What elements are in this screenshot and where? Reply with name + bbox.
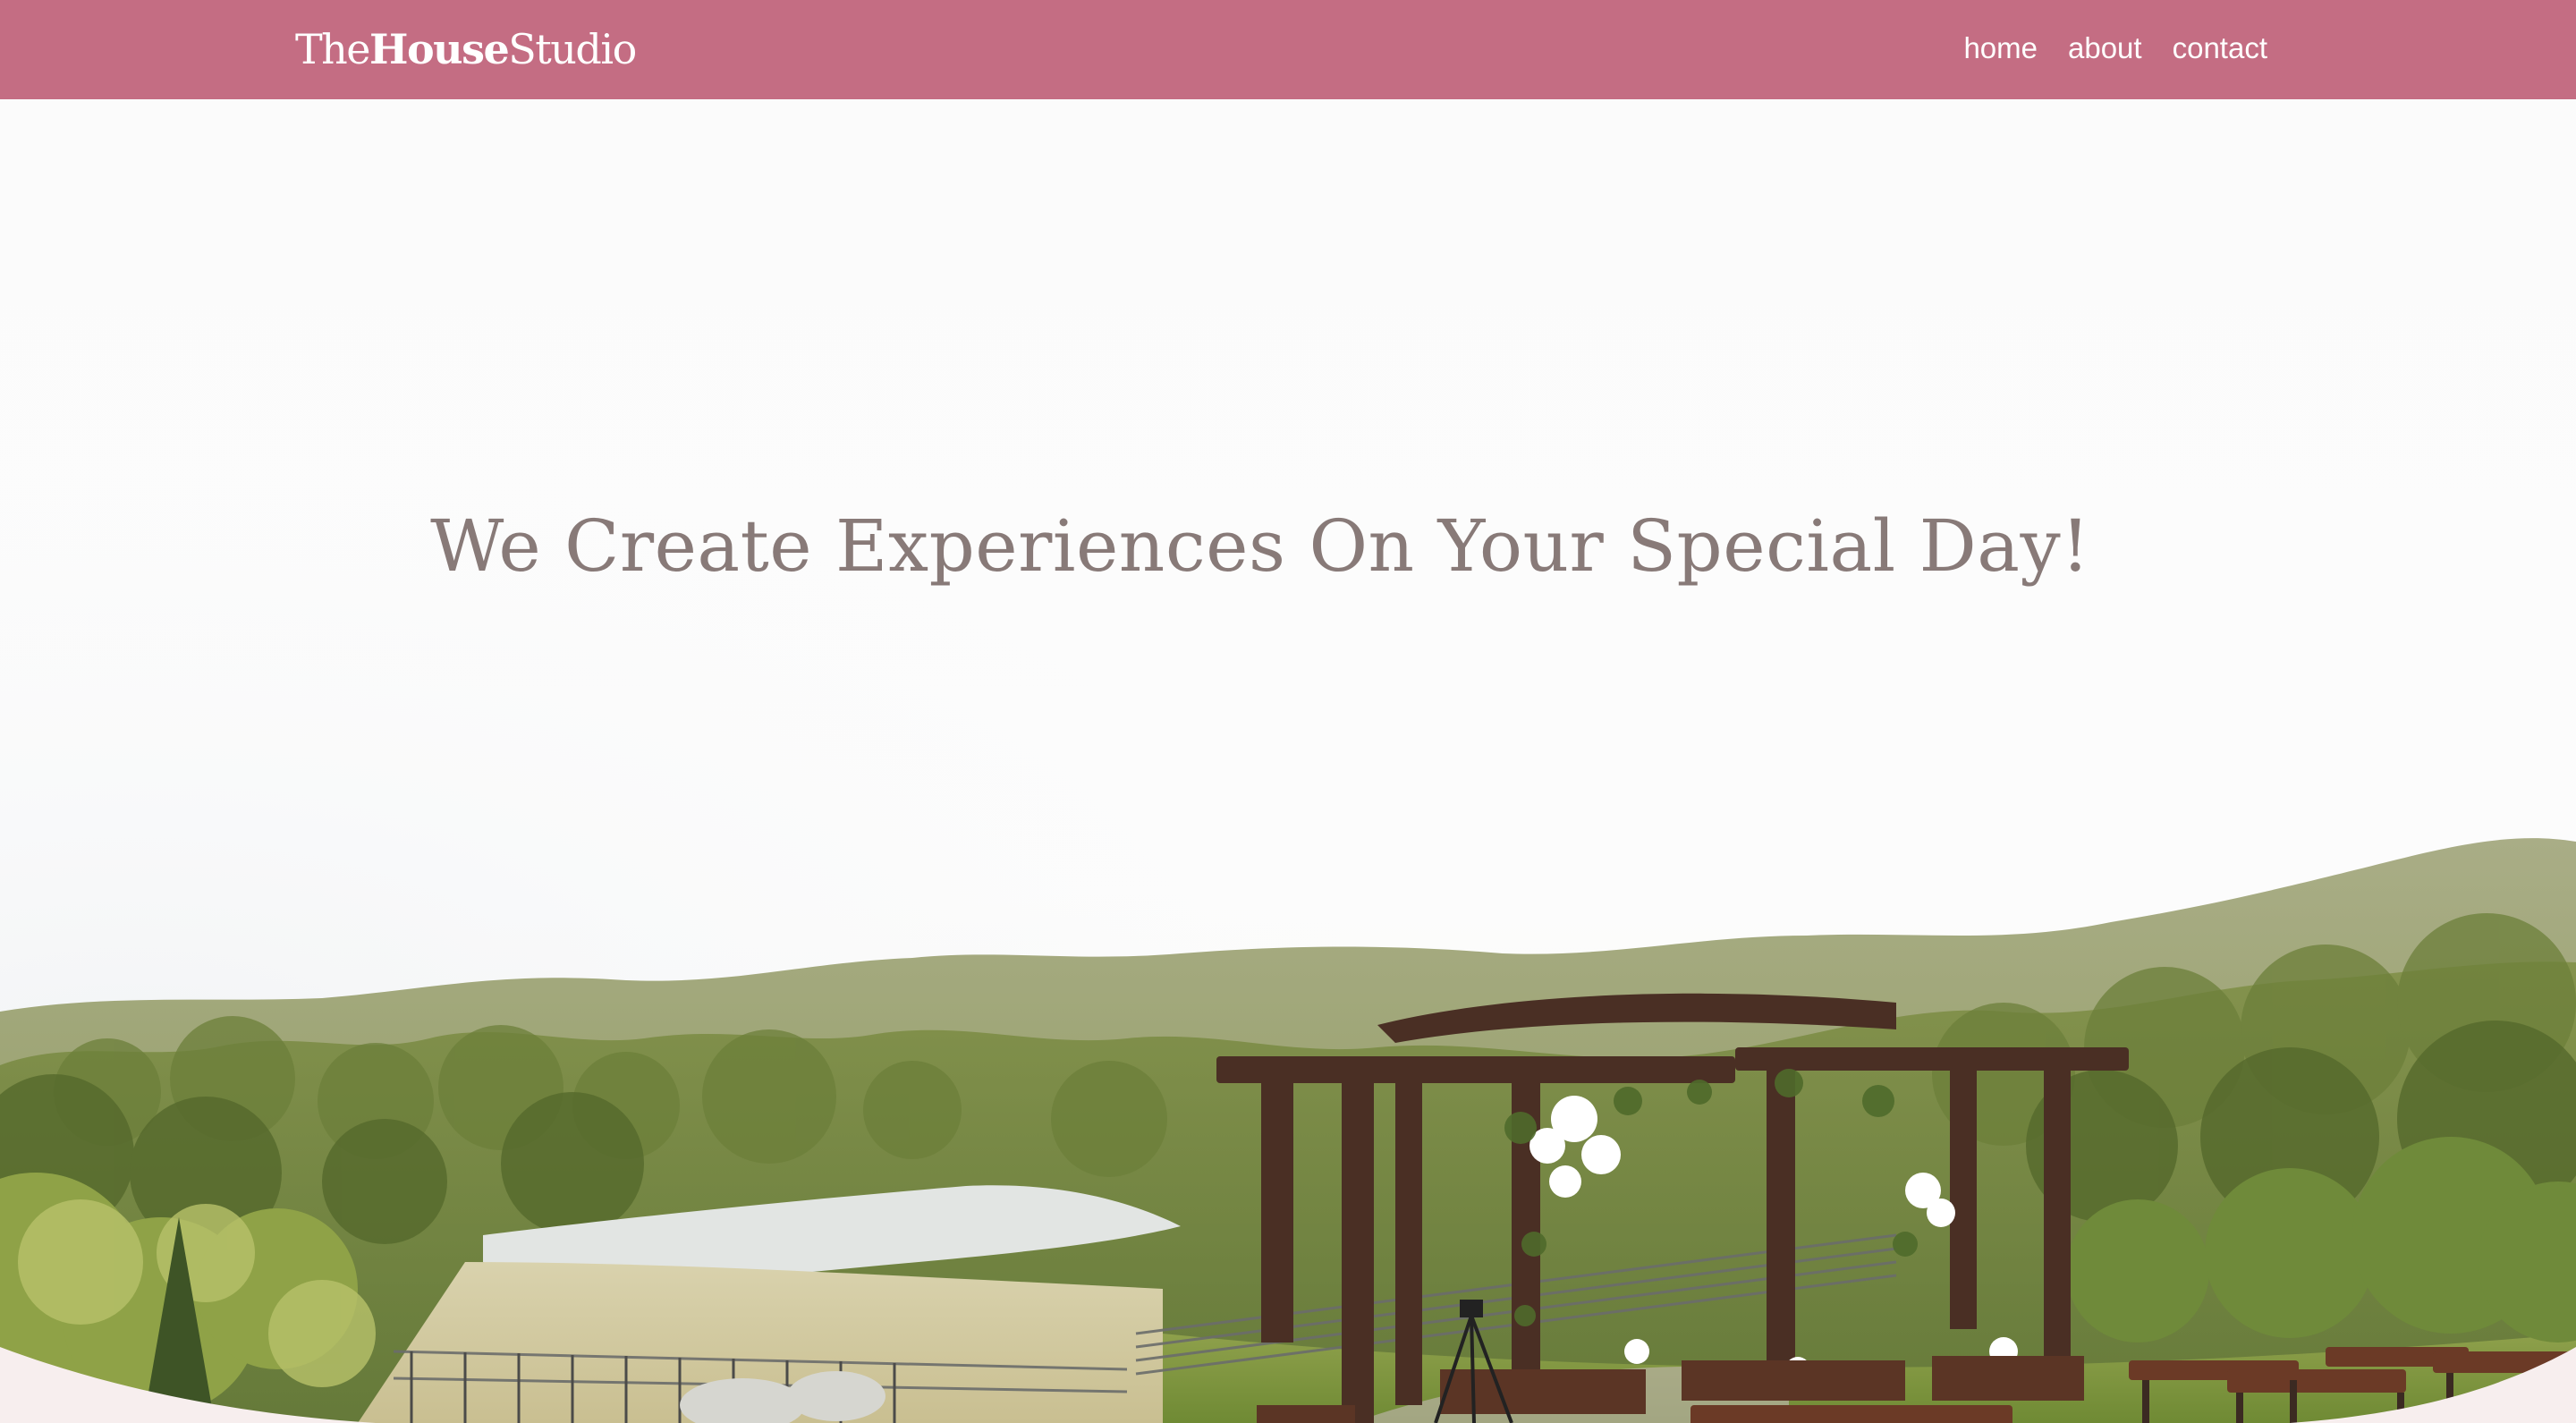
nav-link-about[interactable]: about <box>2068 29 2142 68</box>
site-logo[interactable]: TheHouseStudio <box>295 23 637 75</box>
logo-text-house: House <box>369 25 510 73</box>
main-nav: home about contact <box>1963 29 2267 68</box>
nav-link-contact[interactable]: contact <box>2173 29 2267 68</box>
hero-heading: We Create Experiences On Your Special Da… <box>430 504 2090 588</box>
hero-background-image <box>0 99 2576 1423</box>
site-header: TheHouseStudio home about contact <box>0 0 2576 99</box>
nav-link-home[interactable]: home <box>1963 29 2038 68</box>
hero-section: We Create Experiences On Your Special Da… <box>0 99 2576 1423</box>
logo-text-studio: Studio <box>508 25 637 73</box>
logo-text-the: The <box>295 25 371 73</box>
